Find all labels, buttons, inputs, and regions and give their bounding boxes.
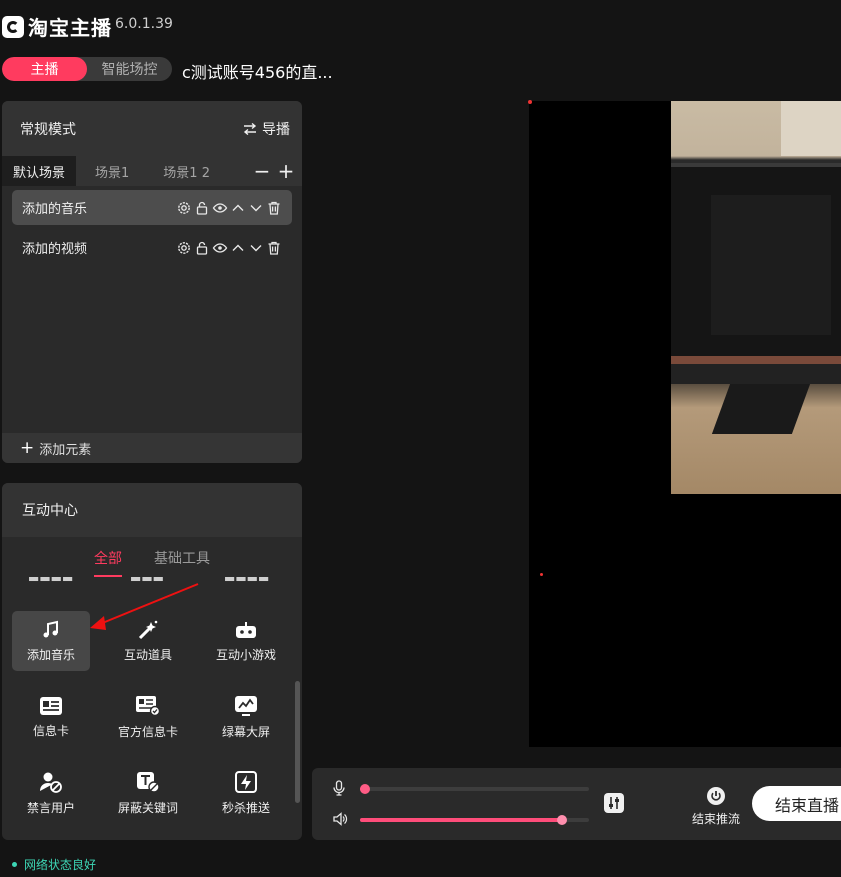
trash-icon[interactable] bbox=[266, 240, 282, 256]
interaction-center-panel: 互动中心 全部 基础工具 ▬▬▬▬ ▬▬▬ ▬▬▬▬ 添加音乐 互动道具 互动小… bbox=[2, 483, 302, 840]
network-status: 网络状态良好 bbox=[12, 856, 96, 873]
app-version: 6.0.1.39 bbox=[115, 16, 173, 32]
mode-toggle: 主播 智能场控 bbox=[2, 57, 172, 81]
tab-basic-tools[interactable]: 基础工具 bbox=[154, 548, 210, 576]
magic-wand-icon bbox=[138, 620, 158, 639]
mixer-sliders-icon bbox=[609, 797, 619, 809]
taobao-live-logo-icon bbox=[2, 15, 24, 38]
preview-marker bbox=[540, 573, 543, 576]
trash-icon[interactable] bbox=[266, 200, 282, 216]
app-name: 淘宝主播 bbox=[28, 16, 112, 40]
music-note-icon bbox=[43, 620, 58, 637]
scene-panel: 常规模式 导播 默认场景 场景1 场景1 2 − + 添加的音乐 添加的视频 +… bbox=[2, 101, 302, 463]
element-label: 添加的视频 bbox=[22, 242, 88, 257]
eye-icon[interactable] bbox=[212, 200, 228, 216]
status-dot-icon bbox=[12, 862, 17, 867]
tool-label: 屏蔽关键词 bbox=[117, 800, 178, 815]
flash-sale-icon bbox=[235, 770, 257, 793]
guide-label: 导播 bbox=[262, 121, 290, 138]
eye-icon[interactable] bbox=[212, 240, 228, 256]
tool-label: 互动道具 bbox=[123, 647, 172, 662]
chevron-up-icon[interactable] bbox=[230, 200, 246, 216]
element-row-video[interactable]: 添加的视频 bbox=[12, 230, 292, 265]
speaker-icon[interactable] bbox=[332, 811, 348, 827]
app-logo: 淘宝主播 bbox=[2, 12, 112, 41]
mic-volume-slider[interactable] bbox=[360, 784, 589, 794]
tab-scene-1[interactable]: 场景1 bbox=[84, 156, 140, 186]
speaker-volume-handle[interactable] bbox=[557, 815, 567, 825]
official-card-icon bbox=[136, 695, 161, 716]
settings-gear-icon[interactable] bbox=[176, 200, 192, 216]
interaction-center-title: 互动中心 bbox=[2, 483, 302, 537]
plus-icon: + bbox=[20, 438, 35, 458]
tab-default-scene[interactable]: 默认场景 bbox=[2, 156, 77, 186]
tool-label: 信息卡 bbox=[32, 723, 69, 738]
scene-mode-title: 常规模式 bbox=[20, 121, 76, 138]
chevron-down-icon[interactable] bbox=[248, 240, 264, 256]
audio-mixer-button[interactable] bbox=[604, 793, 624, 813]
tool-official-info-card[interactable]: 官方信息卡 bbox=[109, 687, 187, 747]
chevron-down-icon[interactable] bbox=[248, 200, 264, 216]
mute-user-icon bbox=[40, 772, 62, 793]
scene-tabs: 默认场景 场景1 场景1 2 − + bbox=[2, 156, 302, 186]
interaction-tabs: 全部 基础工具 bbox=[2, 548, 302, 577]
swap-icon bbox=[243, 122, 257, 135]
guide-button[interactable]: 导播 bbox=[243, 119, 290, 139]
speaker-volume-fill bbox=[360, 818, 562, 822]
camera-feed bbox=[671, 101, 841, 494]
lock-icon[interactable] bbox=[194, 200, 210, 216]
tab-all[interactable]: 全部 bbox=[94, 548, 122, 577]
add-element-label: 添加元素 bbox=[39, 442, 92, 458]
tool-add-music[interactable]: 添加音乐 bbox=[12, 611, 90, 671]
block-keyword-icon bbox=[137, 771, 160, 793]
element-row-music[interactable]: 添加的音乐 bbox=[12, 190, 292, 225]
tool-label: 互动小游戏 bbox=[215, 647, 276, 662]
tool-mini-games[interactable]: 互动小游戏 bbox=[207, 611, 285, 671]
tool-label: 官方信息卡 bbox=[117, 724, 178, 739]
microphone-icon[interactable] bbox=[332, 780, 346, 796]
tool-green-screen[interactable]: 绿幕大屏 bbox=[207, 687, 285, 747]
tools-scrollbar[interactable] bbox=[295, 681, 300, 803]
end-live-button[interactable]: 结束直播 bbox=[752, 786, 841, 821]
end-stream-button[interactable]: 结束推流 bbox=[690, 786, 742, 827]
add-scene-button[interactable]: + bbox=[274, 159, 298, 183]
mode-anchor-button[interactable]: 主播 bbox=[2, 57, 87, 81]
remove-scene-button[interactable]: − bbox=[250, 159, 274, 183]
chevron-up-icon[interactable] bbox=[230, 240, 246, 256]
speaker-volume-slider[interactable] bbox=[360, 815, 589, 825]
tool-label: 禁言用户 bbox=[26, 800, 75, 815]
lock-icon[interactable] bbox=[194, 240, 210, 256]
room-title[interactable]: c测试账号456的直... bbox=[182, 59, 333, 83]
scrolled-tools-row: ▬▬▬▬ ▬▬▬ ▬▬▬▬ bbox=[28, 577, 270, 585]
tool-block-keywords[interactable]: 屏蔽关键词 bbox=[109, 763, 187, 823]
tool-label: 秒杀推送 bbox=[221, 800, 270, 815]
network-status-label: 网络状态良好 bbox=[24, 858, 97, 872]
preview-marker bbox=[528, 100, 532, 104]
info-card-icon bbox=[40, 696, 62, 715]
add-element-button[interactable]: + 添加元素 bbox=[2, 433, 302, 463]
tool-mute-user[interactable]: 禁言用户 bbox=[12, 763, 90, 823]
end-stream-label: 结束推流 bbox=[691, 812, 740, 826]
audio-control-bar: 结束推流 结束直播 bbox=[312, 768, 841, 840]
live-preview[interactable] bbox=[528, 100, 841, 747]
scene-panel-header: 常规模式 导播 bbox=[2, 101, 302, 156]
element-label: 添加的音乐 bbox=[22, 202, 88, 217]
mode-smart-control-button[interactable]: 智能场控 bbox=[87, 57, 172, 81]
tool-label: 添加音乐 bbox=[26, 647, 75, 662]
green-screen-icon bbox=[235, 695, 257, 716]
settings-gear-icon[interactable] bbox=[176, 240, 192, 256]
gamepad-icon bbox=[236, 621, 256, 638]
tool-interactive-props[interactable]: 互动道具 bbox=[109, 611, 187, 671]
tool-info-card[interactable]: 信息卡 bbox=[12, 687, 90, 747]
tab-scene-1-2[interactable]: 场景1 2 bbox=[152, 156, 221, 186]
tool-label: 绿幕大屏 bbox=[221, 724, 270, 739]
mic-volume-handle[interactable] bbox=[360, 784, 370, 794]
tool-flash-sale-push[interactable]: 秒杀推送 bbox=[207, 763, 285, 823]
power-icon bbox=[707, 787, 725, 805]
